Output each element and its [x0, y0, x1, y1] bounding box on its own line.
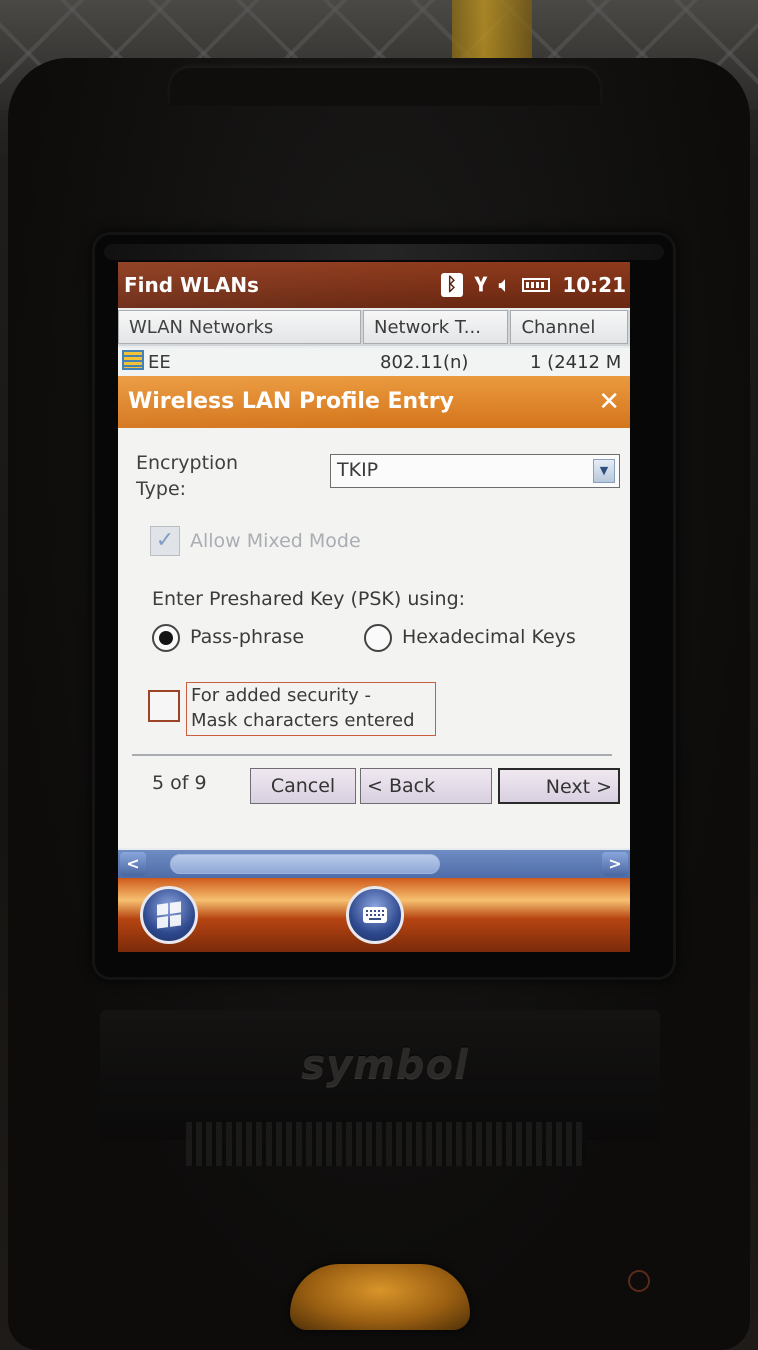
speaker-icon[interactable]: 🔈︎	[499, 275, 510, 295]
divider	[132, 754, 612, 756]
column-header-wlan-networks[interactable]: WLAN Networks	[118, 310, 362, 344]
bezel-gleam	[104, 244, 664, 260]
back-button[interactable]: < Back	[360, 768, 492, 804]
dialog-body: Encryption Type: TKIP ▼ ✓ Allow Mixed Mo…	[118, 428, 630, 848]
mask-characters-label[interactable]: For added security - Mask characters ent…	[186, 682, 436, 736]
allow-mixed-mode-checkbox[interactable]: ✓	[150, 526, 180, 556]
scroll-right-icon[interactable]: >	[602, 852, 628, 876]
encryption-type-label: Encryption Type:	[136, 452, 239, 500]
dialog-title: Wireless LAN Profile Entry	[128, 389, 454, 414]
step-counter: 5 of 9	[152, 772, 207, 794]
column-header-network-type[interactable]: Network T...	[363, 310, 509, 344]
start-button[interactable]	[140, 886, 198, 944]
hexadecimal-keys-radio[interactable]	[364, 624, 392, 652]
device-screen: Find WLANs ᛒ 𝐘 🔈︎ 10:21 WLAN Networks Ne…	[118, 262, 630, 952]
window-title: Find WLANs	[124, 273, 259, 297]
wlan-channel: 1 (2412 M	[530, 352, 622, 373]
scroll-left-icon[interactable]: <	[120, 852, 146, 876]
wlan-network-icon	[122, 350, 144, 370]
battery-icon[interactable]	[522, 278, 551, 292]
encryption-type-select[interactable]: TKIP ▼	[330, 454, 620, 488]
windows-start-icon	[157, 901, 181, 929]
wlan-name: EE	[148, 352, 171, 373]
signal-antenna-icon[interactable]: 𝐘	[475, 275, 487, 295]
device-top-lip	[170, 68, 600, 106]
power-icon[interactable]	[628, 1270, 650, 1292]
dialog-header: Wireless LAN Profile Entry ✕	[118, 376, 630, 428]
hexadecimal-keys-label[interactable]: Hexadecimal Keys	[402, 626, 576, 648]
mask-characters-checkbox[interactable]	[148, 690, 180, 722]
taskbar	[118, 878, 630, 952]
scrollbar-thumb[interactable]	[170, 854, 440, 874]
close-icon[interactable]: ✕	[598, 376, 620, 428]
pass-phrase-label[interactable]: Pass-phrase	[190, 626, 304, 648]
column-header-channel[interactable]: Channel	[510, 310, 628, 344]
next-button[interactable]: Next >	[498, 768, 620, 804]
allow-mixed-mode-label: Allow Mixed Mode	[190, 530, 361, 552]
title-bar: Find WLANs ᛒ 𝐘 🔈︎ 10:21	[118, 262, 630, 308]
clock[interactable]: 10:21	[562, 273, 626, 297]
wlan-network-type: 802.11(n)	[380, 352, 469, 373]
encryption-type-value: TKIP	[337, 459, 379, 481]
keyboard-button[interactable]	[346, 886, 404, 944]
status-icons: ᛒ 𝐘 🔈︎ 10:21	[440, 262, 630, 308]
mask-label-line1: For added security -	[191, 685, 372, 706]
psk-method-label: Enter Preshared Key (PSK) using:	[152, 588, 466, 610]
horizontal-scrollbar[interactable]: < >	[118, 850, 630, 878]
brand-logo: symbol	[301, 1042, 469, 1088]
keyboard-icon	[363, 907, 387, 923]
bluetooth-icon[interactable]: ᛒ	[440, 273, 463, 297]
list-item[interactable]: EE 802.11(n) 1 (2412 M	[118, 348, 630, 376]
cancel-button[interactable]: Cancel	[250, 768, 356, 804]
wlan-list-header: WLAN Networks Network T... Channel	[118, 310, 630, 346]
scan-trigger-key[interactable]	[290, 1264, 470, 1330]
chevron-down-icon[interactable]: ▼	[593, 459, 615, 483]
speaker-grille	[186, 1122, 586, 1166]
pass-phrase-radio[interactable]	[152, 624, 180, 652]
mask-label-line2: Mask characters entered	[191, 710, 415, 731]
